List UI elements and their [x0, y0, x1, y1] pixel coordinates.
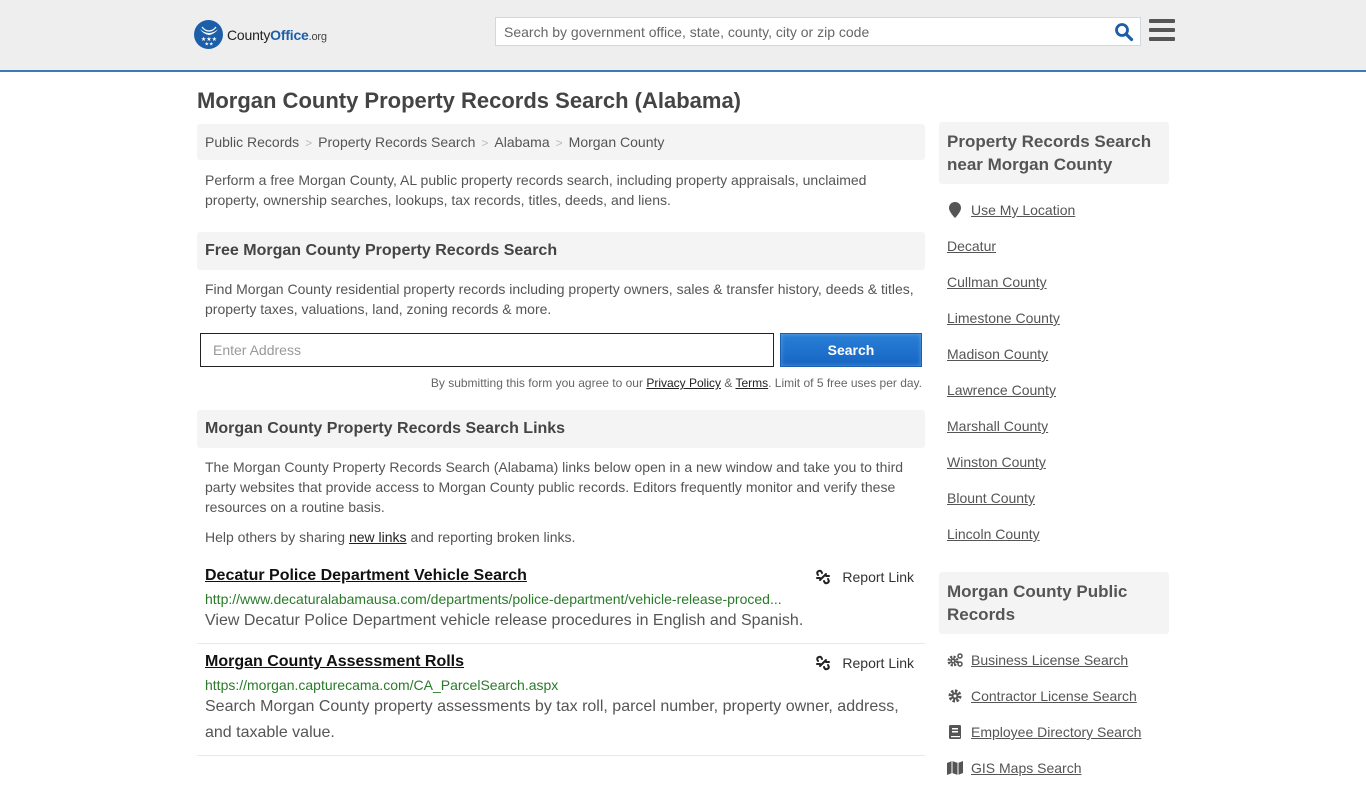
breadcrumb-separator: > [305, 136, 313, 150]
breadcrumb-separator: > [481, 136, 489, 150]
site-search [495, 17, 1141, 46]
intro-text: Perform a free Morgan County, AL public … [205, 172, 867, 208]
links-list: Decatur Police Department Vehicle Search… [197, 558, 925, 756]
address-search-form: Search [197, 333, 925, 367]
breadcrumb-public-records[interactable]: Public Records [205, 134, 299, 150]
logo-text: CountyOffice.org [227, 26, 327, 43]
site-search-input[interactable] [496, 18, 1096, 45]
link-item: Morgan County Assessment Rolls https://m… [197, 644, 925, 756]
nearby-item[interactable]: Limestone County [947, 300, 1161, 336]
gis-maps-search-link[interactable]: GIS Maps Search [971, 760, 1082, 776]
breadcrumb-alabama[interactable]: Alabama [494, 134, 549, 150]
nearby-heading: Property Records Search near Morgan Coun… [939, 122, 1169, 184]
nearby-link-marshall-county[interactable]: Marshall County [947, 418, 1048, 434]
page-title: Morgan County Property Records Search (A… [197, 88, 742, 113]
breadcrumb: Public Records > Property Records Search > A… [197, 124, 925, 160]
nearby-item[interactable]: Lincoln County [947, 516, 1161, 552]
link-description: View Decatur Police Department vehicle r… [205, 612, 804, 629]
public-record-item[interactable]: Business License Search [947, 642, 1161, 678]
nearby-item[interactable]: Blount County [947, 480, 1161, 516]
main-content: Public Records > Property Records Search > A… [197, 124, 925, 756]
nearby-list: Use My Location Decatur Cullman County L… [939, 192, 1169, 552]
link-title[interactable]: Morgan County Assessment Rolls [205, 653, 464, 670]
book-icon [947, 725, 963, 739]
help-text: Help others by sharing new links and rep… [205, 529, 576, 545]
address-search-button[interactable]: Search [780, 333, 922, 367]
nearby-link-madison-county[interactable]: Madison County [947, 346, 1048, 362]
site-logo[interactable]: ★★★ ★★ CountyOffice.org [194, 20, 327, 49]
broken-link-icon [816, 655, 831, 671]
link-url[interactable]: https://morgan.capturecama.com/CA_Parcel… [205, 677, 917, 693]
nearby-item[interactable]: Madison County [947, 336, 1161, 372]
top-bar: ★★★ ★★ CountyOffice.org [0, 0, 1366, 72]
gear-icon [947, 689, 963, 703]
use-my-location-link[interactable]: Use My Location [971, 202, 1075, 218]
nearby-item[interactable]: Lawrence County [947, 372, 1161, 408]
map-icon [947, 761, 963, 775]
links-section-description: The Morgan County Property Records Searc… [205, 459, 904, 515]
nearby-item[interactable]: Decatur [947, 228, 1161, 264]
broken-link-icon [816, 569, 831, 585]
link-item: Decatur Police Department Vehicle Search… [197, 558, 925, 644]
public-records-heading: Morgan County Public Records [939, 572, 1169, 634]
search-icon[interactable] [1114, 22, 1134, 42]
new-links-link[interactable]: new links [349, 529, 407, 545]
nearby-link-lawrence-county[interactable]: Lawrence County [947, 382, 1056, 398]
breadcrumb-morgan-county[interactable]: Morgan County [569, 134, 665, 150]
employee-directory-search-link[interactable]: Employee Directory Search [971, 724, 1141, 740]
nearby-link-winston-county[interactable]: Winston County [947, 454, 1046, 470]
address-input[interactable] [200, 333, 774, 367]
nearby-link-blount-county[interactable]: Blount County [947, 490, 1035, 506]
report-link-button[interactable]: Report Link [815, 655, 914, 671]
business-license-search-link[interactable]: Business License Search [971, 652, 1128, 668]
contractor-license-search-link[interactable]: Contractor License Search [971, 688, 1137, 704]
public-record-item[interactable]: Employee Directory Search [947, 714, 1161, 750]
report-link-button[interactable]: Report Link [815, 569, 914, 585]
terms-link[interactable]: Terms [735, 376, 768, 390]
link-description: Search Morgan County property assessment… [205, 698, 899, 741]
nearby-link-lincoln-county[interactable]: Lincoln County [947, 526, 1040, 542]
privacy-policy-link[interactable]: Privacy Policy [646, 376, 721, 390]
nearby-item[interactable]: Marshall County [947, 408, 1161, 444]
svg-text:★★: ★★ [204, 41, 213, 46]
use-my-location[interactable]: Use My Location [947, 192, 1161, 228]
breadcrumb-property-records-search[interactable]: Property Records Search [318, 134, 475, 150]
form-disclaimer: By submitting this form you agree to our… [430, 376, 922, 390]
free-search-heading: Free Morgan County Property Records Sear… [197, 232, 925, 270]
map-marker-icon [947, 202, 963, 218]
nearby-link-decatur[interactable]: Decatur [947, 238, 996, 254]
public-records-list: Business License Search Contractor Licen… [939, 642, 1169, 786]
nearby-link-limestone-county[interactable]: Limestone County [947, 310, 1060, 326]
hamburger-menu-icon[interactable] [1149, 19, 1175, 43]
link-url[interactable]: http://www.decaturalabamausa.com/departm… [205, 591, 917, 607]
public-record-item[interactable]: GIS Maps Search [947, 750, 1161, 786]
cogs-icon [947, 653, 963, 667]
free-search-description: Find Morgan County residential property … [205, 281, 914, 317]
eagle-logo-icon: ★★★ ★★ [194, 20, 223, 49]
links-section-heading: Morgan County Property Records Search Li… [197, 410, 925, 448]
public-record-item[interactable]: Contractor License Search [947, 678, 1161, 714]
breadcrumb-separator: > [555, 136, 563, 150]
nearby-item[interactable]: Winston County [947, 444, 1161, 480]
sidebar: Property Records Search near Morgan Coun… [939, 122, 1169, 786]
link-title[interactable]: Decatur Police Department Vehicle Search [205, 567, 527, 584]
nearby-link-cullman-county[interactable]: Cullman County [947, 274, 1047, 290]
nearby-item[interactable]: Cullman County [947, 264, 1161, 300]
